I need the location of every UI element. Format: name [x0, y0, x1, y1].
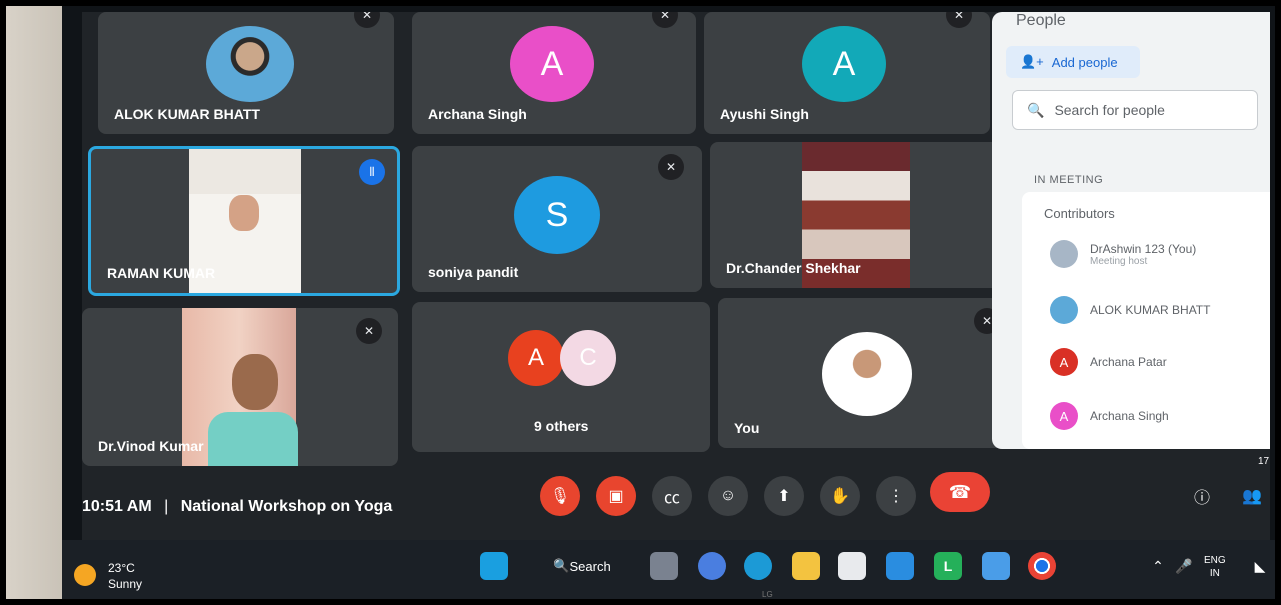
participant-photo-avatar	[822, 332, 912, 416]
participant-name: ALOK KUMAR BHATT	[114, 106, 260, 122]
participant-name: Dr.Vinod Kumar	[98, 438, 204, 454]
participant-count-badge: 17	[1258, 456, 1270, 467]
mic-muted-icon: ✕	[658, 154, 684, 180]
participant-photo	[1050, 296, 1078, 324]
microphone-icon[interactable]: 🎤	[1170, 552, 1198, 580]
meeting-control-bar: 10:51 AM | National Workshop on Yoga 🎙 ▣…	[82, 456, 1272, 540]
contributors-heading: Contributors	[1044, 206, 1115, 221]
participant-name: RAMAN KUMAR	[107, 265, 216, 281]
more-options-icon[interactable]: ⋮	[876, 476, 916, 516]
present-icon[interactable]: ⬆	[764, 476, 804, 516]
windows-taskbar: 23°C Sunny 🔍 Search L ⌃ 🎤 ENG IN ◣	[62, 540, 1275, 599]
contributors-group: Contributors DrAshwin 123 (You) Meeting …	[1022, 192, 1270, 449]
photos-icon[interactable]	[982, 552, 1010, 580]
chat-icon[interactable]	[698, 552, 726, 580]
file-explorer-icon[interactable]	[792, 552, 820, 580]
participant-tile[interactable]: A Archana Singh ✕	[412, 12, 696, 134]
participant-name: You	[734, 420, 760, 436]
meeting-time: 10:51 AM | National Workshop on Yoga	[82, 498, 393, 515]
participant-avatar: C	[560, 330, 616, 386]
participant-list-name: DrAshwin 123 (You)	[1090, 241, 1197, 256]
participant-name: Archana Singh	[428, 106, 527, 122]
chrome-icon[interactable]	[1028, 552, 1056, 580]
info-icon[interactable]: ⓘ	[1182, 476, 1222, 516]
weather-widget[interactable]: 23°C Sunny	[108, 560, 142, 592]
add-people-button[interactable]: 👤+ Add people	[1006, 46, 1140, 78]
participant-tile[interactable]: S ✕ soniya pandit	[412, 146, 702, 292]
add-person-icon: 👤+	[1020, 54, 1044, 69]
participant-list-item[interactable]: ALOK KUMAR BHATT	[1050, 296, 1210, 324]
participant-face	[232, 354, 278, 410]
participant-name: Dr.Chander Shekhar	[726, 260, 861, 276]
language-indicator[interactable]: ENG IN	[1204, 554, 1226, 580]
task-view-icon[interactable]	[650, 552, 678, 580]
participant-shirt	[208, 412, 298, 466]
captions-icon[interactable]: ㏄	[652, 476, 692, 516]
participant-avatar: A	[1050, 402, 1078, 430]
participant-tile[interactable]: ✕ Dr.Vinod Kumar	[82, 308, 398, 466]
monitor-brand-logo: LG	[762, 590, 773, 599]
participant-tile-group[interactable]: A C 9 others	[412, 302, 710, 452]
participant-tile-self[interactable]: ✕ You	[718, 298, 1022, 448]
app-l-icon[interactable]: L	[934, 552, 962, 580]
search-icon: 🔍	[1027, 101, 1045, 118]
store-icon[interactable]	[838, 552, 866, 580]
raise-hand-icon[interactable]: ✋	[820, 476, 860, 516]
participant-face	[229, 195, 259, 231]
participant-avatar: S	[514, 176, 600, 254]
participant-tile[interactable]: A Ayushi Singh ✕	[704, 12, 990, 134]
people-icon[interactable]: 👥	[1232, 476, 1272, 516]
participant-list-name: ALOK KUMAR BHATT	[1090, 303, 1211, 317]
mail-icon[interactable]	[886, 552, 914, 580]
speaking-indicator-icon: ⦀	[359, 159, 385, 185]
participant-avatar: A	[802, 26, 886, 102]
participant-tile-active[interactable]: ⦀ RAMAN KUMAR	[88, 146, 400, 296]
people-search-input[interactable]: 🔍 Search for people	[1012, 90, 1258, 130]
weather-sun-icon	[74, 564, 96, 586]
camera-off-icon[interactable]: ▣	[596, 476, 636, 516]
edge-icon[interactable]	[744, 552, 772, 580]
participant-avatar: A	[1050, 348, 1078, 376]
others-count-label: 9 others	[534, 418, 589, 434]
emoji-icon[interactable]: ☺	[708, 476, 748, 516]
participant-tile[interactable]: ALOK KUMAR BHATT ✕	[98, 12, 394, 134]
participant-list-item[interactable]: A Archana Patar	[1050, 348, 1167, 376]
participant-photo-avatar	[206, 26, 294, 102]
people-panel: People 👤+ Add people 🔍 Search for people…	[992, 12, 1270, 449]
chevron-up-icon[interactable]: ⌃	[1144, 552, 1172, 580]
participant-name: Ayushi Singh	[720, 106, 809, 122]
participant-photo	[1050, 240, 1078, 268]
participant-avatar: A	[508, 330, 564, 386]
participant-name: soniya pandit	[428, 264, 519, 280]
mic-muted-icon: ✕	[356, 318, 382, 344]
people-panel-title: People	[1016, 12, 1066, 29]
wall-background	[6, 6, 68, 599]
participant-list-name: Archana Singh	[1090, 409, 1169, 423]
mic-muted-icon: ✕	[946, 12, 972, 28]
in-meeting-heading: IN MEETING	[1034, 174, 1104, 186]
meeting-title: National Workshop on Yoga	[180, 498, 393, 515]
participant-role: Meeting host	[1090, 255, 1148, 267]
participant-avatar: A	[510, 26, 594, 102]
participant-list-item[interactable]: A Archana Singh	[1050, 402, 1169, 430]
meet-screen: ALOK KUMAR BHATT ✕ A Archana Singh ✕ A A…	[82, 12, 1270, 540]
mic-off-icon[interactable]: 🎙	[540, 476, 580, 516]
wifi-icon[interactable]: ◣	[1246, 552, 1274, 580]
windows-start-icon[interactable]	[480, 552, 508, 580]
mic-muted-icon: ✕	[652, 12, 678, 28]
mic-muted-icon: ✕	[354, 12, 380, 28]
participant-tile[interactable]: Dr.Chander Shekhar	[710, 142, 1004, 288]
participant-list-item[interactable]: DrAshwin 123 (You) Meeting host	[1050, 240, 1196, 268]
hang-up-icon[interactable]: ☎	[930, 472, 990, 512]
participant-list-name: Archana Patar	[1090, 355, 1167, 369]
taskbar-search-button[interactable]: 🔍 Search	[542, 552, 622, 580]
